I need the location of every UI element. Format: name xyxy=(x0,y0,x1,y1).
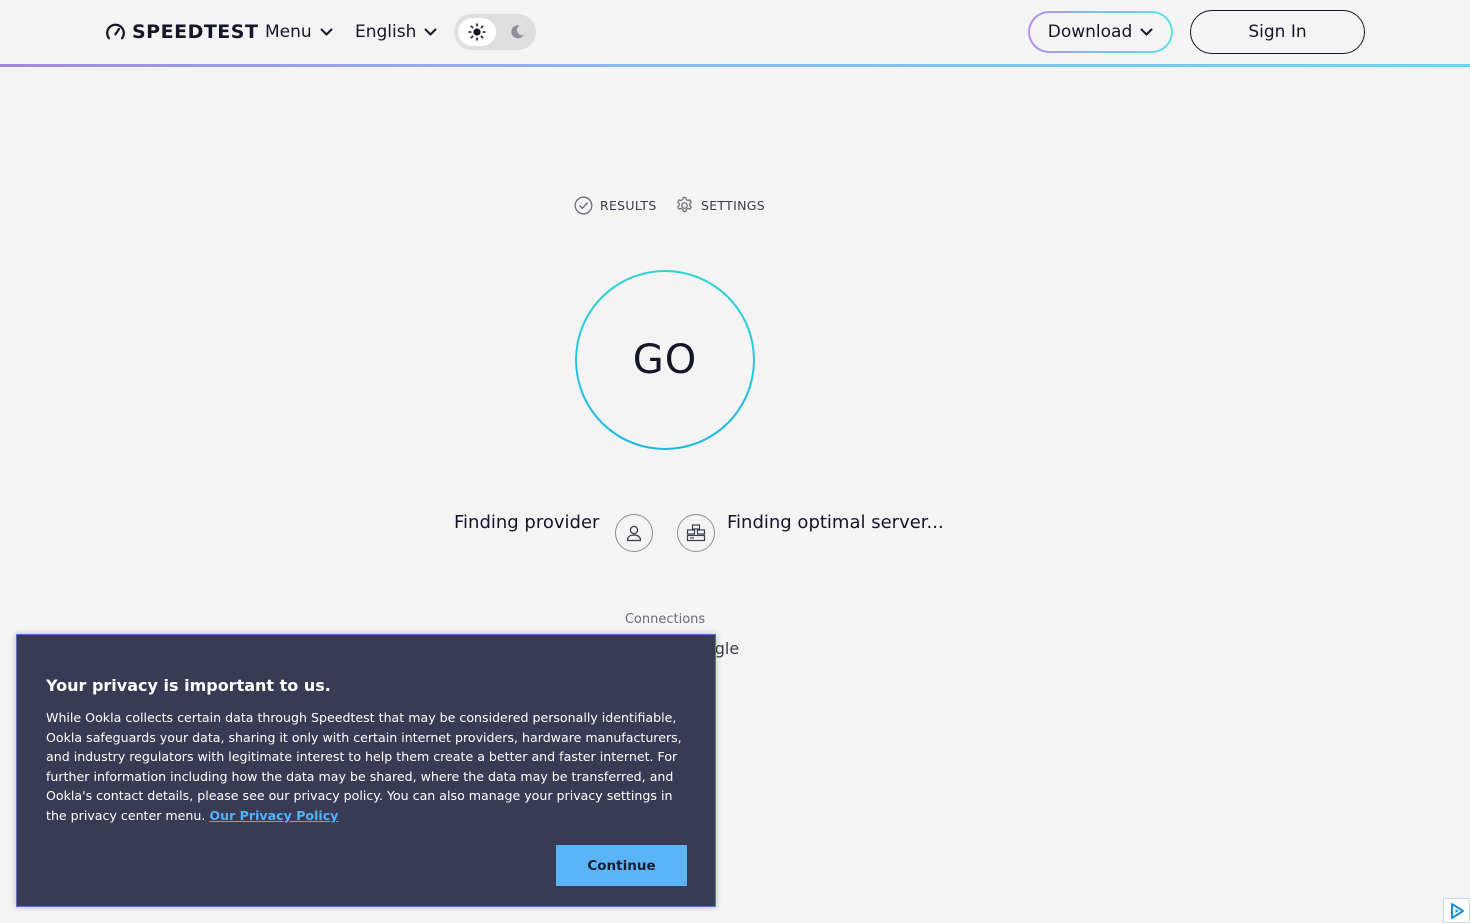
sign-in-label: Sign In xyxy=(1248,22,1307,42)
connections-label: Connections xyxy=(624,612,706,627)
logo-text: SPEEDTEST xyxy=(132,21,259,43)
download-button[interactable]: Download xyxy=(1028,11,1173,53)
light-mode-option[interactable] xyxy=(458,18,496,46)
privacy-policy-link[interactable]: Our Privacy Policy xyxy=(209,808,338,823)
go-button[interactable]: GO xyxy=(575,270,755,450)
chevron-down-icon xyxy=(1140,28,1153,35)
gear-icon xyxy=(677,196,692,212)
menu-dropdown[interactable]: Menu xyxy=(265,18,333,46)
top-header: SPEEDTEST Menu English Download Sign In xyxy=(0,0,1470,64)
privacy-body: While Ookla collects certain data throug… xyxy=(46,708,686,826)
chevron-down-icon xyxy=(424,28,437,35)
speedometer-icon xyxy=(106,23,125,39)
language-label: English xyxy=(355,22,417,42)
dark-mode-option[interactable] xyxy=(502,18,532,46)
continue-label: Continue xyxy=(587,857,656,874)
server-status: Finding optimal server... xyxy=(727,512,944,533)
provider-status: Finding provider xyxy=(454,512,600,533)
server-icon-circle[interactable] xyxy=(677,514,715,552)
language-dropdown[interactable]: English xyxy=(355,18,437,46)
speedtest-logo[interactable]: SPEEDTEST xyxy=(105,18,258,46)
results-label: RESULTS xyxy=(600,197,657,213)
sign-in-button[interactable]: Sign In xyxy=(1190,10,1365,54)
check-circle-icon xyxy=(574,196,593,214)
privacy-title: Your privacy is important to us. xyxy=(46,676,331,695)
chevron-down-icon xyxy=(320,28,333,35)
menu-label: Menu xyxy=(265,22,312,42)
privacy-body-text: While Ookla collects certain data throug… xyxy=(46,710,682,823)
adchoices-icon xyxy=(1450,902,1464,919)
download-button-inner: Download xyxy=(1030,13,1171,51)
download-label: Download xyxy=(1047,22,1133,42)
settings-link[interactable]: SETTINGS xyxy=(675,194,765,216)
provider-icon-circle[interactable] xyxy=(615,514,653,552)
theme-toggle[interactable] xyxy=(454,14,536,50)
moon-icon xyxy=(511,25,524,39)
go-button-face: GO xyxy=(577,272,753,448)
person-icon xyxy=(626,525,642,542)
adchoices-badge[interactable] xyxy=(1443,898,1470,923)
settings-label: SETTINGS xyxy=(701,197,765,213)
server-stack-icon xyxy=(686,524,706,542)
header-gradient-divider xyxy=(0,64,1470,67)
results-link[interactable]: RESULTS xyxy=(574,194,657,216)
sun-icon xyxy=(468,23,486,41)
privacy-banner: Your privacy is important to us. While O… xyxy=(16,634,716,907)
continue-button[interactable]: Continue xyxy=(556,845,687,886)
go-label: GO xyxy=(632,337,698,383)
